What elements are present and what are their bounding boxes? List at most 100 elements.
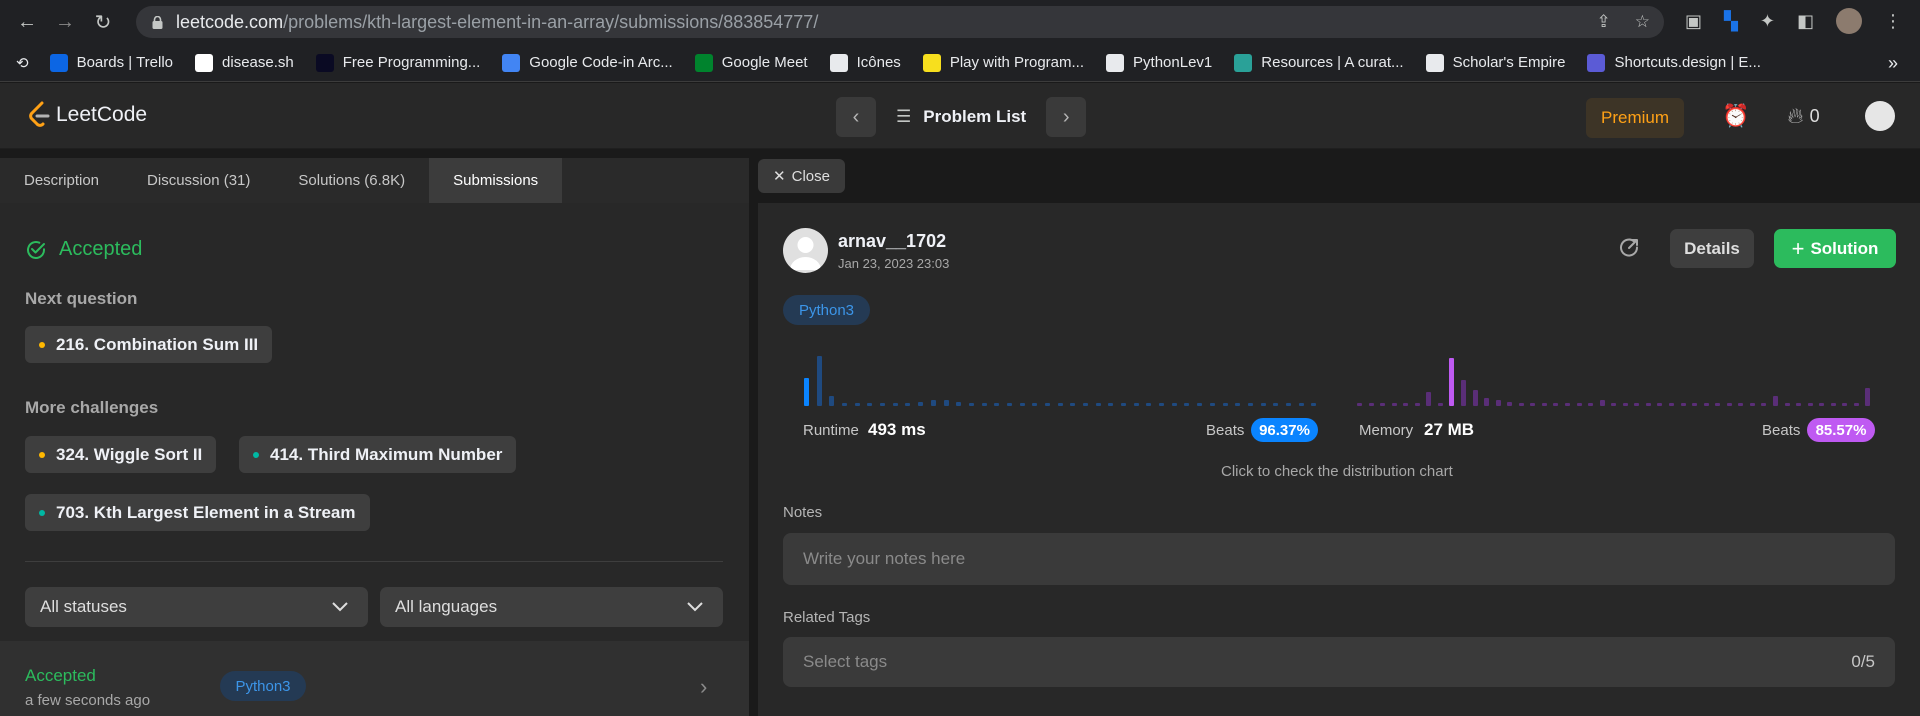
language-filter-select[interactable]: All languages <box>380 587 723 627</box>
right-header-area <box>750 150 1920 203</box>
premium-button[interactable]: Premium <box>1586 98 1684 138</box>
distribution-bar <box>905 403 911 406</box>
bookmark-item[interactable]: Scholar's Empire <box>1415 49 1577 77</box>
menu-icon[interactable]: ⋮ <box>1884 11 1902 32</box>
gear-icon <box>502 53 521 72</box>
bookmark-item[interactable]: Boards | Trello <box>39 49 184 77</box>
language-filter-value: All languages <box>395 597 498 616</box>
tab-discussion[interactable]: Discussion (31) <box>123 158 274 203</box>
distribution-bar <box>1311 403 1317 406</box>
bookmark-item[interactable]: Resources | A curat... <box>1223 49 1414 77</box>
distribution-bar <box>981 403 987 406</box>
panel-resize-handle[interactable] <box>749 203 758 716</box>
shortcuts-icon <box>1587 53 1606 72</box>
chevron-right-icon[interactable]: › <box>700 674 707 700</box>
tags-placeholder: Select tags <box>803 652 888 671</box>
next-problem-button[interactable]: › <box>1046 97 1087 137</box>
distribution-bar <box>1842 403 1848 406</box>
tab-submissions[interactable]: Submissions <box>429 158 563 203</box>
bookmark-item[interactable]: Shortcuts.design | E... <box>1576 49 1771 77</box>
icones-icon <box>829 53 848 72</box>
challenge-title: 703. Kth Largest Element in a Stream <box>56 502 356 522</box>
alarm-icon[interactable]: ⏰ <box>1722 103 1749 129</box>
challenge-chip[interactable]: 703. Kth Largest Element in a Stream <box>25 494 370 531</box>
solution-button[interactable]: + Solution <box>1774 229 1896 268</box>
distribution-bar <box>943 400 949 406</box>
distribution-bar <box>1380 403 1386 406</box>
distribution-bar <box>1426 392 1432 406</box>
play-icon <box>922 53 941 72</box>
distribution-bar <box>1108 403 1114 406</box>
submission-status: Accepted <box>25 666 96 685</box>
tab-description[interactable]: Description <box>0 158 123 203</box>
status-filter-select[interactable]: All statuses <box>25 587 368 627</box>
distribution-bar <box>1146 403 1152 406</box>
distribution-bar <box>1285 403 1291 406</box>
distribution-bar <box>1260 403 1266 406</box>
challenge-chip[interactable]: 414. Third Maximum Number <box>239 436 517 473</box>
back-icon[interactable]: ← <box>12 7 42 37</box>
distribution-bar <box>1622 403 1628 406</box>
runtime-beats-badge: 96.37% <box>1251 418 1318 442</box>
close-button[interactable]: ✕ Close <box>758 159 845 193</box>
distribution-bar <box>1553 403 1559 406</box>
share-icon[interactable]: ⇪ <box>1597 12 1611 32</box>
distribution-bar <box>1171 403 1177 406</box>
resources-icon <box>1234 53 1253 72</box>
distribution-bar <box>1715 403 1721 406</box>
bookmark-label: disease.sh <box>222 54 294 71</box>
details-button[interactable]: Details <box>1670 229 1754 268</box>
user-avatar-menu[interactable] <box>1865 101 1895 131</box>
leetcode-logo[interactable]: LeetCode <box>28 101 147 129</box>
bookmark-item[interactable]: Free Programming... <box>305 49 492 77</box>
notes-input[interactable]: Write your notes here <box>783 533 1895 585</box>
chevron-right-icon: › <box>1062 105 1070 128</box>
memory-beats-badge: 85.57% <box>1807 418 1875 442</box>
runtime-distribution-chart[interactable] <box>804 352 1324 406</box>
forward-icon[interactable]: → <box>50 7 80 37</box>
divider <box>25 561 723 562</box>
history-icon[interactable]: ⟲ <box>16 49 39 77</box>
leetcode-logo-icon <box>29 101 50 127</box>
bookmark-item[interactable]: PythonLev1 <box>1095 49 1223 77</box>
prev-problem-button[interactable]: ‹ <box>836 97 876 137</box>
profile-avatar[interactable] <box>1836 8 1862 34</box>
tab-solutions[interactable]: Solutions (6.8K) <box>274 158 429 203</box>
distribution-bar <box>1761 403 1767 406</box>
address-bar[interactable]: leetcode.com/problems/kth-largest-elemen… <box>136 6 1664 38</box>
cast-icon[interactable]: ▣ <box>1685 11 1702 32</box>
bookmark-item[interactable]: Icônes <box>819 49 912 77</box>
submitter-username[interactable]: arnav__1702 <box>838 231 946 252</box>
bookmark-item[interactable]: Google Meet <box>684 49 819 77</box>
bookmark-item[interactable]: Play with Program... <box>912 49 1095 77</box>
distribution-bar <box>1057 403 1063 406</box>
next-question-chip[interactable]: 216. Combination Sum III <box>25 326 273 363</box>
distribution-bar <box>1222 403 1228 406</box>
check-circle-icon <box>27 240 45 259</box>
runtime-value: 493 ms <box>868 420 926 439</box>
next-question-heading: Next question <box>25 289 138 308</box>
more-bookmarks-icon[interactable]: » <box>1888 53 1898 74</box>
distribution-bar <box>1599 400 1605 406</box>
distribution-bar <box>968 403 974 406</box>
distribution-bar <box>1576 403 1582 406</box>
reload-icon[interactable]: ↻ <box>88 7 118 37</box>
memory-distribution-chart[interactable] <box>1357 352 1877 406</box>
extension-blue-icon[interactable]: ▚ <box>1724 11 1738 32</box>
problem-tabs: Description Discussion (31) Solutions (6… <box>0 158 749 203</box>
tags-select[interactable]: Select tags 0/5 <box>783 637 1895 687</box>
puzzle-icon[interactable]: ✦ <box>1760 11 1775 32</box>
distribution-hint[interactable]: Click to check the distribution chart <box>1221 463 1453 480</box>
streak-fire-icon[interactable]: 🔥︎ <box>1787 103 1803 129</box>
distribution-bar <box>1133 403 1139 406</box>
distribution-bar <box>1070 403 1076 406</box>
distribution-bar <box>1657 403 1663 406</box>
challenge-chip[interactable]: 324. Wiggle Sort II <box>25 436 217 473</box>
share-icon[interactable] <box>1617 236 1641 260</box>
sidepanel-icon[interactable]: ◧ <box>1797 11 1814 32</box>
problem-list-button[interactable]: ☰ Problem List <box>896 107 1026 127</box>
bookmark-label: PythonLev1 <box>1133 54 1213 71</box>
bookmark-item[interactable]: disease.sh <box>184 49 305 77</box>
bookmark-item[interactable]: Google Code-in Arc... <box>491 49 683 77</box>
star-icon[interactable]: ☆ <box>1635 12 1650 32</box>
